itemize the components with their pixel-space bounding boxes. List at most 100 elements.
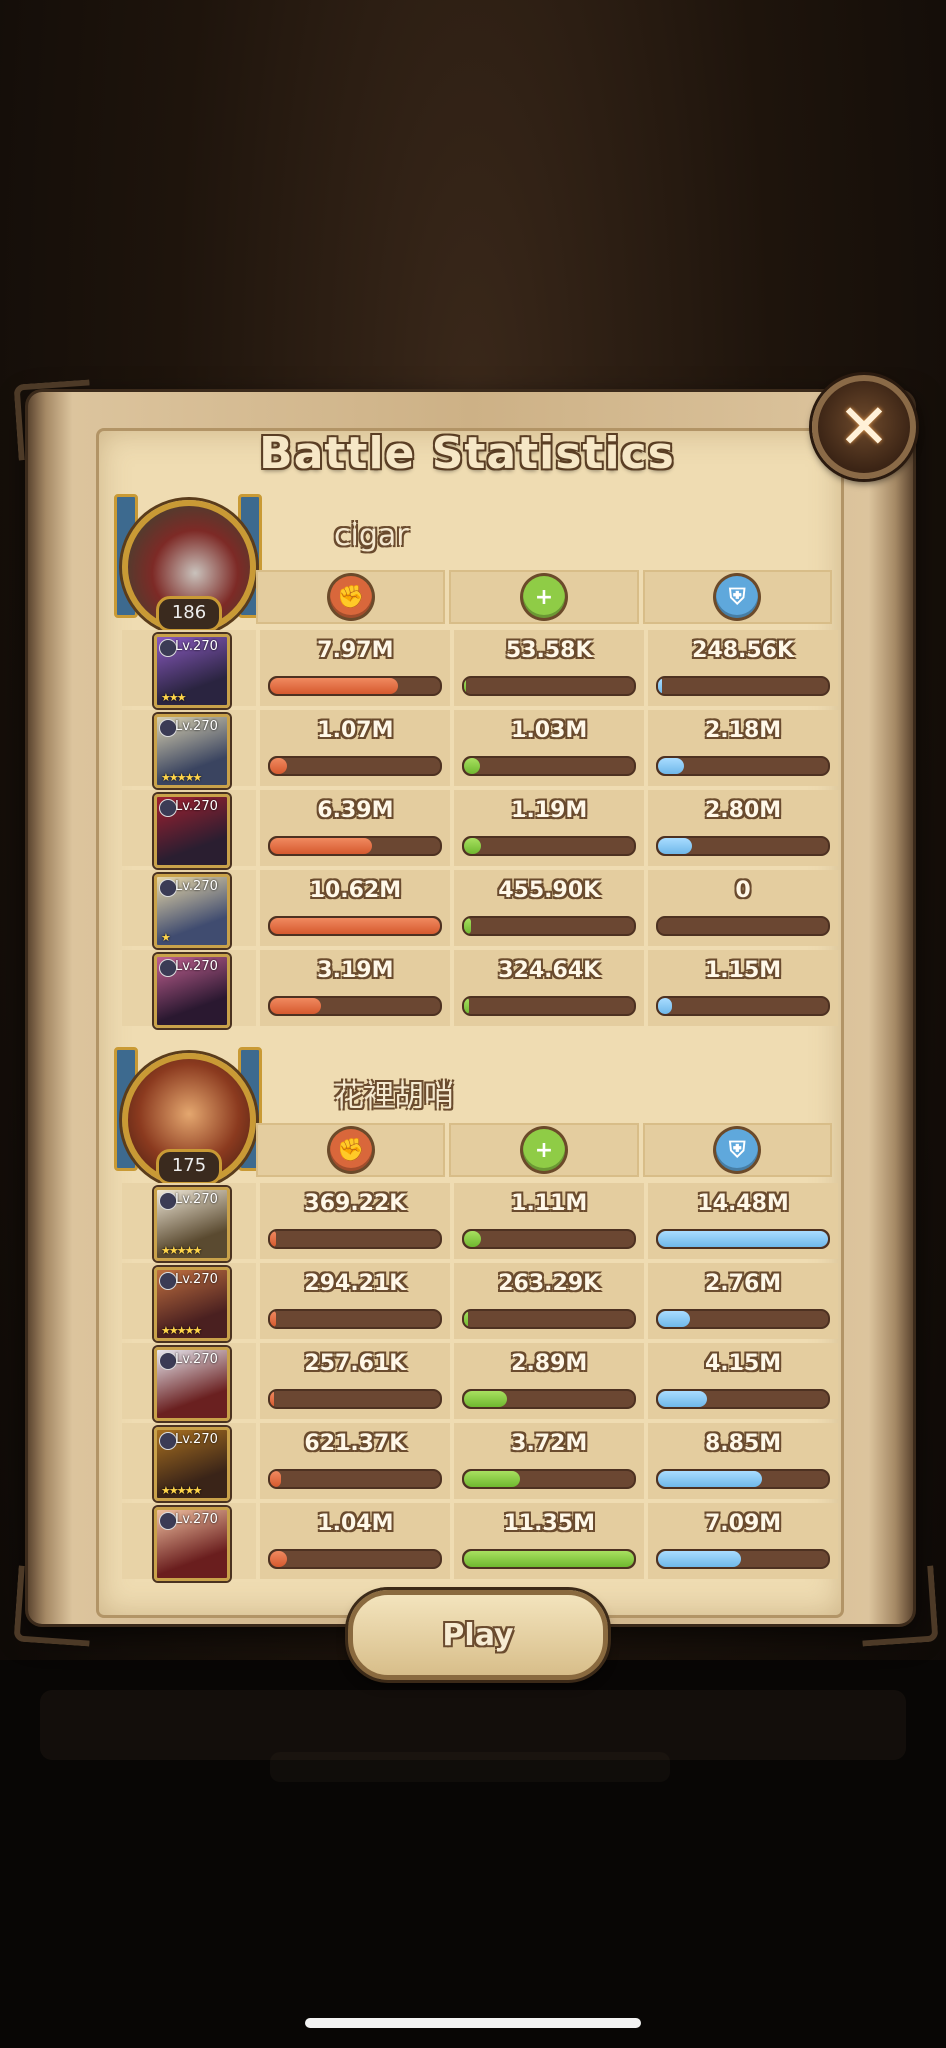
heal-value: 53.58K: [505, 638, 593, 663]
defense-bar-fill: [658, 678, 662, 694]
damage-bar-fill: [270, 1391, 274, 1407]
heal-bar: [462, 1229, 637, 1249]
hero-stat-row: Lv.270 ★ 10.62M 455.90K 0: [122, 870, 838, 948]
heal-bar: [462, 756, 637, 776]
heal-icon: +: [522, 1129, 565, 1171]
damage-bar-fill: [270, 838, 373, 854]
damage-value: 1.04M: [317, 1511, 394, 1536]
heal-cell: 1.11M: [450, 1183, 645, 1259]
heal-bar-fill: [464, 678, 466, 694]
heal-value: 1.19M: [511, 798, 588, 823]
shield-icon: ⛨: [716, 576, 759, 618]
defense-bar: [656, 836, 830, 856]
heal-cell: 1.19M: [450, 790, 645, 866]
defense-value: 4.15M: [704, 1351, 782, 1376]
hero-level: Lv.270: [175, 1272, 218, 1287]
damage-cell: 10.62M: [256, 870, 451, 946]
hero-cell: Lv.270 ★: [122, 870, 257, 948]
hero-level: Lv.270: [175, 719, 218, 734]
hero-portrait[interactable]: Lv.270: [154, 1507, 230, 1581]
hero-cell: Lv.270: [122, 950, 257, 1028]
stat-header: ✊ + ⛨: [256, 1123, 832, 1177]
heal-bar: [462, 676, 637, 696]
defense-value: 2.76M: [704, 1271, 782, 1296]
heal-cell: 53.58K: [450, 630, 645, 706]
hero-portrait[interactable]: Lv.270 ★: [154, 874, 230, 948]
hero-cell: Lv.270 ★★★: [122, 630, 257, 708]
defense-bar-fill: [658, 1391, 708, 1407]
hero-stat-row: Lv.270 257.61K 2.89M 4.15M: [122, 1343, 838, 1421]
damage-bar-fill: [270, 1231, 276, 1247]
damage-icon: ✊: [329, 1129, 372, 1171]
heal-cell: 263.29K: [450, 1263, 645, 1339]
damage-bar: [268, 1389, 443, 1409]
hero-level: Lv.270: [175, 1192, 218, 1207]
hero-portrait[interactable]: Lv.270 ★★★: [154, 634, 230, 708]
heal-cell: 1.03M: [450, 710, 645, 786]
hero-level: Lv.270: [175, 1352, 218, 1367]
defense-bar-fill: [658, 1551, 742, 1567]
hero-level: Lv.270: [175, 1432, 218, 1447]
defense-value: 7.09M: [704, 1511, 782, 1536]
blurred-background-ui: [40, 1690, 906, 1760]
defense-value: 0: [735, 878, 751, 903]
damage-bar-fill: [270, 998, 322, 1014]
defense-bar: [656, 676, 830, 696]
damage-bar: [268, 996, 443, 1016]
hero-stars: ★★★★★: [161, 771, 202, 784]
defense-cell: 14.48M: [644, 1183, 838, 1259]
damage-bar-fill: [270, 918, 441, 934]
damage-cell: 1.07M: [256, 710, 451, 786]
play-button[interactable]: Play: [348, 1590, 608, 1680]
hero-portrait[interactable]: Lv.270 ★★★★★: [154, 1267, 230, 1341]
heal-bar: [462, 836, 637, 856]
hero-portrait[interactable]: Lv.270: [154, 1347, 230, 1421]
defense-cell: 1.15M: [644, 950, 838, 1026]
close-button[interactable]: ✕: [812, 375, 916, 479]
heal-bar: [462, 916, 637, 936]
hero-portrait[interactable]: Lv.270: [154, 794, 230, 868]
heal-bar-fill: [464, 1231, 482, 1247]
damage-value: 294.21K: [304, 1271, 407, 1296]
damage-bar-fill: [270, 678, 398, 694]
damage-bar-fill: [270, 1311, 276, 1327]
hero-level: Lv.270: [175, 1512, 218, 1527]
defense-bar: [656, 1549, 830, 1569]
damage-bar-fill: [270, 1551, 288, 1567]
defense-bar-fill: [658, 1231, 828, 1247]
play-button-label: Play: [442, 1617, 514, 1653]
defense-bar: [656, 1229, 830, 1249]
hero-stat-row: Lv.270 1.04M 11.35M 7.09M: [122, 1503, 838, 1581]
hero-stars: ★★★★★: [161, 1244, 202, 1257]
heal-bar-fill: [464, 1551, 635, 1567]
heal-bar: [462, 996, 637, 1016]
hero-portrait[interactable]: Lv.270 ★★★★★: [154, 714, 230, 788]
hero-portrait[interactable]: Lv.270 ★★★★★: [154, 1187, 230, 1261]
hero-stat-row: Lv.270 3.19M 324.64K 1.15M: [122, 950, 838, 1028]
damage-bar: [268, 1469, 443, 1489]
player-level-badge: 186: [156, 596, 222, 632]
defense-value: 2.80M: [704, 798, 782, 823]
player-level-badge: 175: [156, 1149, 222, 1185]
hero-cell: Lv.270 ★★★★★: [122, 710, 257, 788]
hero-stat-row: Lv.270 ★★★ 7.97M 53.58K 248.56K: [122, 630, 838, 708]
hero-cell: Lv.270 ★★★★★: [122, 1263, 257, 1341]
damage-cell: 257.61K: [256, 1343, 451, 1419]
damage-bar: [268, 1229, 443, 1249]
heal-value: 2.89M: [511, 1351, 588, 1376]
hero-portrait[interactable]: Lv.270 ★★★★★: [154, 1427, 230, 1501]
defense-cell: 248.56K: [644, 630, 838, 706]
hero-cell: Lv.270: [122, 1343, 257, 1421]
defense-bar: [656, 756, 830, 776]
heal-bar: [462, 1309, 637, 1329]
heal-bar: [462, 1549, 637, 1569]
heal-cell: 11.35M: [450, 1503, 645, 1579]
defense-cell: 0: [644, 870, 838, 946]
defense-bar: [656, 916, 830, 936]
defense-cell: 4.15M: [644, 1343, 838, 1419]
hero-portrait[interactable]: Lv.270: [154, 954, 230, 1028]
heal-icon: +: [522, 576, 565, 618]
damage-value: 3.19M: [317, 958, 394, 983]
heal-bar-fill: [464, 918, 472, 934]
heal-value: 455.90K: [498, 878, 601, 903]
